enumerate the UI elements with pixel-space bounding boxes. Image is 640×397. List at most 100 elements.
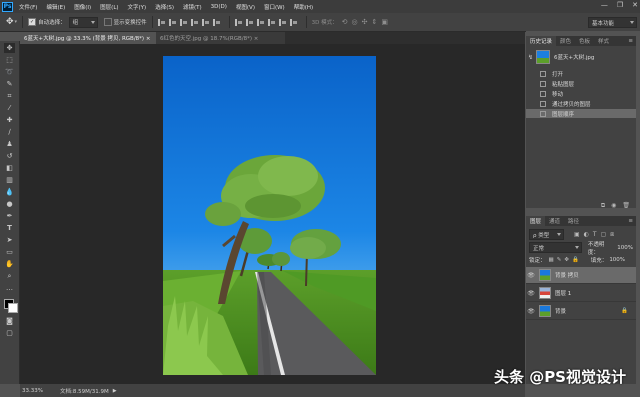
status-menu-arrow-icon[interactable]: ▶: [113, 388, 117, 394]
fill-value[interactable]: 100%: [609, 257, 625, 263]
filter-shape-icon[interactable]: ▢: [601, 231, 607, 238]
tab-layers[interactable]: 图层: [526, 216, 546, 226]
minimize-button[interactable]: —: [601, 1, 608, 9]
move-tool-icon[interactable]: ✥: [4, 43, 15, 53]
filter-pixel-icon[interactable]: ▣: [574, 231, 580, 238]
layer-row[interactable]: 👁 图层 1: [526, 285, 636, 302]
gradient-tool-icon[interactable]: ▥: [4, 175, 15, 185]
menu-image[interactable]: 图像(I): [74, 3, 91, 11]
3d-scale-icon[interactable]: ▣: [381, 18, 388, 26]
menu-view[interactable]: 视图(V): [236, 3, 255, 11]
zoom-tool-icon[interactable]: ⌕: [4, 271, 15, 281]
menu-select[interactable]: 选择(S): [155, 3, 174, 11]
path-select-tool-icon[interactable]: ➤: [4, 235, 15, 245]
3d-drag-icon[interactable]: ✣: [362, 18, 368, 26]
tab-history[interactable]: 历史记录: [526, 36, 557, 46]
align-right-icon[interactable]: [212, 18, 220, 26]
tab-swatches[interactable]: 色板: [575, 36, 594, 46]
quick-select-tool-icon[interactable]: ✎: [4, 79, 15, 89]
tab-document-2[interactable]: 6红色的天空.jpg @ 18.7%(RGB/8*) ×: [156, 32, 285, 44]
menu-3d[interactable]: 3D(D): [211, 4, 227, 10]
3d-rotate-icon[interactable]: ⟲: [342, 18, 348, 26]
menu-filter[interactable]: 滤镜(T): [183, 3, 202, 11]
history-snapshot[interactable]: ↯ 6蓝天+大树.jpg: [526, 49, 636, 65]
history-item[interactable]: 移动: [526, 89, 636, 98]
preset-chevron-icon[interactable]: ▾: [15, 19, 18, 25]
3d-roll-icon[interactable]: ◎: [351, 18, 357, 26]
menu-edit[interactable]: 编辑(E): [46, 3, 65, 11]
blend-mode-dropdown[interactable]: 正常: [529, 242, 582, 253]
photoshop-logo[interactable]: Ps: [2, 1, 13, 12]
auto-select-checkbox[interactable]: ✓: [28, 18, 37, 26]
visibility-eye-icon[interactable]: 👁: [526, 272, 536, 279]
new-document-from-state-icon[interactable]: ⧉: [601, 202, 605, 210]
panel-menu-icon[interactable]: ≡: [628, 218, 633, 224]
visibility-eye-icon[interactable]: 👁: [526, 308, 536, 315]
history-item[interactable]: 打开: [526, 69, 636, 78]
more-tools-icon[interactable]: …: [4, 283, 15, 293]
tab-color[interactable]: 颜色: [556, 36, 575, 46]
3d-slide-icon[interactable]: ⇕: [371, 18, 377, 26]
distribute-left-icon[interactable]: [267, 18, 275, 26]
menu-window[interactable]: 窗口(W): [264, 3, 285, 11]
brush-tool-icon[interactable]: ∕: [4, 127, 15, 137]
delete-state-icon[interactable]: 🗑: [622, 202, 630, 210]
menu-file[interactable]: 文件(F): [19, 3, 37, 11]
align-vcenter-icon[interactable]: [168, 18, 176, 26]
move-tool-preset-icon[interactable]: ✥: [6, 17, 14, 27]
align-left-icon[interactable]: [190, 18, 198, 26]
layer-row[interactable]: 👁 背景 拷贝: [526, 267, 636, 284]
crop-tool-icon[interactable]: ⌗: [4, 91, 15, 101]
layer-filter-dropdown[interactable]: ρ 类型: [529, 229, 564, 240]
shape-tool-icon[interactable]: ▭: [4, 247, 15, 257]
lock-position-icon[interactable]: ✥: [564, 257, 569, 263]
marquee-tool-icon[interactable]: ⬚: [4, 55, 15, 65]
align-top-icon[interactable]: [157, 18, 165, 26]
distribute-bottom-icon[interactable]: [256, 18, 264, 26]
new-snapshot-icon[interactable]: ◉: [611, 202, 616, 210]
hand-tool-icon[interactable]: ✋: [4, 259, 15, 269]
history-item[interactable]: 通过拷贝的图层: [526, 99, 636, 108]
zoom-level[interactable]: 33.33%: [22, 388, 60, 394]
lasso-tool-icon[interactable]: ➰: [4, 67, 15, 77]
tab-channels[interactable]: 通道: [545, 216, 564, 226]
panel-menu-icon[interactable]: ≡: [628, 38, 633, 44]
restore-button[interactable]: ❐: [617, 1, 623, 9]
menu-type[interactable]: 文字(Y): [128, 3, 147, 11]
type-tool-icon[interactable]: T: [4, 223, 15, 233]
filter-adjust-icon[interactable]: ◐: [584, 231, 589, 238]
quick-mask-icon[interactable]: ◙: [4, 316, 15, 326]
menu-help[interactable]: 帮助(H): [294, 3, 313, 11]
lock-all-icon[interactable]: 🔒: [572, 257, 579, 263]
distribute-top-icon[interactable]: [234, 18, 242, 26]
eyedropper-tool-icon[interactable]: ⁄: [4, 103, 15, 113]
distribute-right-icon[interactable]: [289, 18, 297, 26]
workspace-dropdown[interactable]: 基本功能: [588, 17, 637, 28]
filter-type-icon[interactable]: T: [593, 231, 597, 238]
tab-document-1[interactable]: 6蓝天+大树.jpg @ 33.3% (背景 拷贝, RGB/8*) ×: [20, 32, 158, 44]
distribute-hcenter-icon[interactable]: [278, 18, 286, 26]
align-bottom-icon[interactable]: [179, 18, 187, 26]
dodge-tool-icon[interactable]: ●: [4, 199, 15, 209]
screen-mode-icon[interactable]: ▢: [4, 328, 15, 338]
menu-layer[interactable]: 图层(L): [100, 3, 118, 11]
tab-styles[interactable]: 样式: [594, 36, 613, 46]
lock-pixels-icon[interactable]: ✎: [557, 257, 562, 263]
auto-select-dropdown[interactable]: 组: [68, 16, 98, 28]
layer-row[interactable]: 👁 背景 🔒: [526, 303, 636, 320]
background-color-swatch[interactable]: [8, 303, 18, 313]
healing-brush-tool-icon[interactable]: ✚: [4, 115, 15, 125]
history-brush-source-icon[interactable]: ↯: [528, 54, 533, 61]
clone-stamp-tool-icon[interactable]: ♟: [4, 139, 15, 149]
blur-tool-icon[interactable]: 💧: [4, 187, 15, 197]
tab-paths[interactable]: 路径: [564, 216, 583, 226]
lock-transparent-icon[interactable]: ▦: [549, 257, 554, 263]
distribute-vcenter-icon[interactable]: [245, 18, 253, 26]
close-button[interactable]: ✕: [632, 1, 638, 9]
show-transform-checkbox[interactable]: [103, 18, 112, 26]
align-hcenter-icon[interactable]: [201, 18, 209, 26]
filter-smart-icon[interactable]: ⧈: [610, 231, 614, 239]
document-photo[interactable]: [163, 56, 376, 375]
opacity-value[interactable]: 100%: [617, 245, 633, 251]
history-item[interactable]: 粘贴图层: [526, 79, 636, 88]
